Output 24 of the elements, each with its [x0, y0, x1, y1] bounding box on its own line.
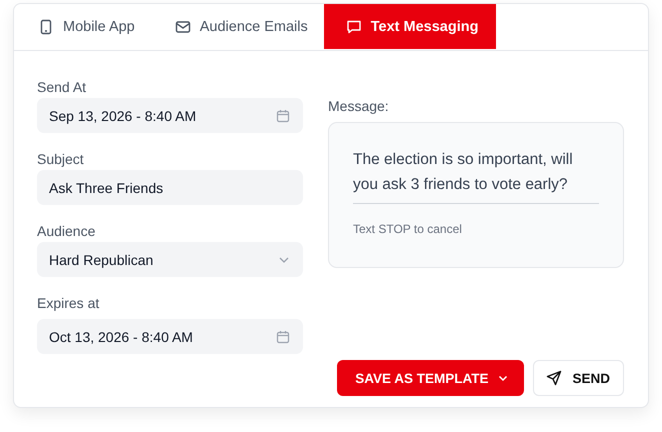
send-icon: [546, 370, 562, 386]
chevron-down-icon: [278, 256, 290, 264]
message-label: Message:: [328, 98, 390, 114]
phone-icon: [38, 18, 54, 34]
field-label: Subject: [37, 151, 85, 167]
calendar-icon: [276, 330, 290, 344]
mail-icon: [174, 18, 191, 34]
chevron-down-icon: [498, 374, 508, 382]
field-label: Expires at: [37, 295, 100, 311]
input-field[interactable]: Ask Three Friends: [37, 170, 303, 205]
field-label: Send At: [37, 79, 88, 95]
date-field[interactable]: Sep 13, 2026 - 8:40 AM: [37, 98, 303, 133]
calendar-icon: [276, 108, 290, 122]
message-footer: Text STOP to cancel: [353, 222, 462, 236]
send-button[interactable]: SEND: [533, 360, 624, 396]
select-field[interactable]: Hard Republican: [37, 242, 303, 277]
chat-icon: [346, 18, 362, 34]
message-text: The election is so important, will you ask 3 friends to vote early?: [353, 150, 574, 195]
date-field[interactable]: Oct 13, 2026 - 8:40 AM: [37, 319, 303, 354]
tab[interactable]: Text Messaging: [324, 4, 496, 49]
tab[interactable]: Mobile App: [22, 4, 151, 49]
field-label: Audience: [37, 223, 96, 239]
save-template-button[interactable]: SAVE AS TEMPLATE: [337, 360, 524, 396]
tab[interactable]: Audience Emails: [158, 4, 324, 49]
